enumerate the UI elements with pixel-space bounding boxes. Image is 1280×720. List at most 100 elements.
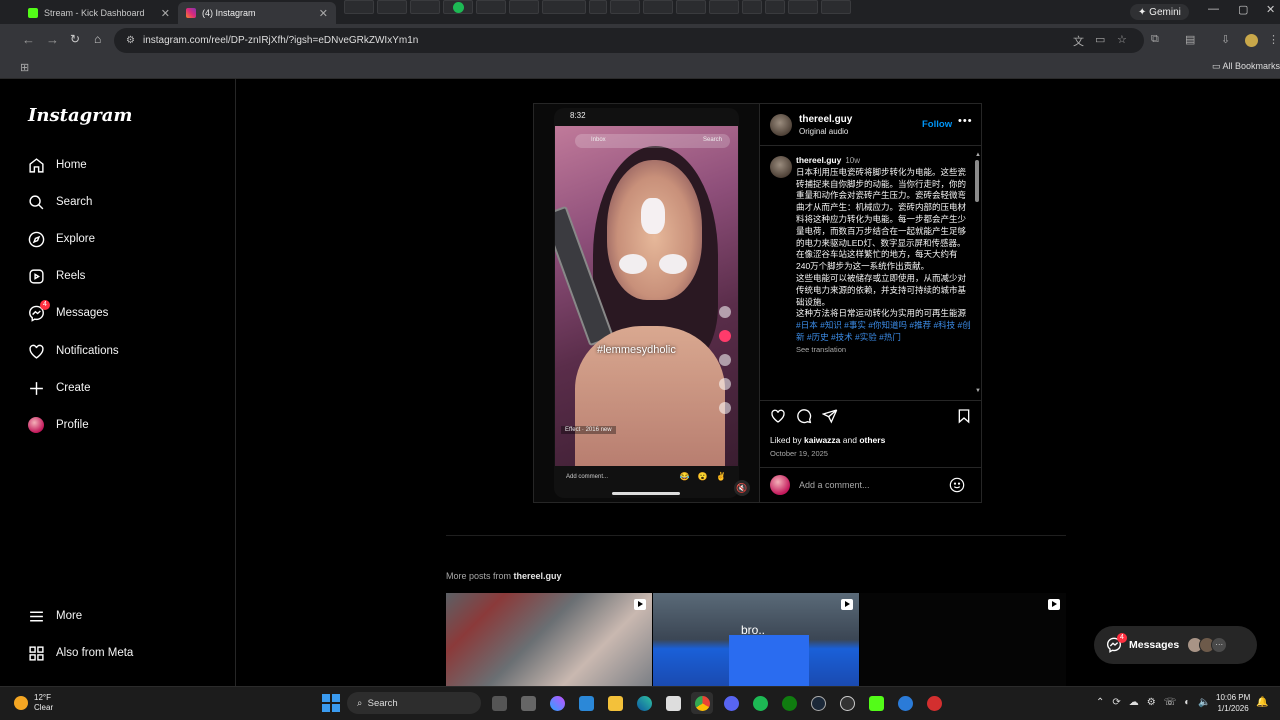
caption-hashtags[interactable]: #日本 #知识 #事实 #你知道吗 #推荐 #科技 #创新 #历史 #技术 #实… — [796, 320, 971, 342]
browser-menu-icon[interactable]: ⋮ — [1268, 33, 1279, 46]
taskbar-search[interactable]: ⌕ Search — [347, 692, 481, 714]
author-username[interactable]: thereel.guy — [799, 114, 852, 125]
reload-icon[interactable]: ↻ — [70, 32, 80, 46]
liked-by-user[interactable]: kaiwazza — [804, 435, 840, 445]
close-window-icon[interactable]: ✕ — [1266, 3, 1275, 16]
emoji-picker-icon[interactable] — [949, 477, 965, 493]
see-translation-link[interactable]: See translation — [796, 345, 846, 354]
taskbar-clock[interactable]: 10:06 PM 1/1/2026 — [1216, 692, 1250, 714]
more-post-thumbnail[interactable] — [860, 593, 1066, 686]
edge-icon[interactable] — [633, 692, 655, 714]
minimize-icon[interactable]: — — [1208, 3, 1219, 15]
share-send-icon[interactable] — [821, 408, 838, 424]
scrollbar-thumb[interactable] — [975, 160, 979, 202]
discord-icon[interactable] — [720, 692, 742, 714]
close-tab-icon[interactable]: ✕ — [161, 7, 170, 20]
sidebar-item-also-from-meta[interactable]: Also from Meta — [27, 641, 133, 665]
follow-button[interactable]: Follow — [922, 119, 952, 130]
reel-video[interactable]: 8:32 Inbox Search #lemmesydholic Effect … — [534, 104, 759, 502]
mini-tab[interactable] — [509, 0, 539, 14]
maximize-icon[interactable]: ▢ — [1238, 3, 1248, 16]
mini-tab[interactable] — [643, 0, 673, 14]
app-icon[interactable] — [894, 692, 916, 714]
gemini-button[interactable]: ✦ Gemini — [1130, 4, 1189, 20]
calculator-icon[interactable] — [517, 692, 539, 714]
mini-tab[interactable] — [821, 0, 851, 14]
sidebar-item-profile[interactable]: Profile — [27, 413, 89, 437]
sidebar-item-messages[interactable]: 4 Messages — [27, 300, 108, 325]
spotify-taskbar-icon[interactable] — [749, 692, 771, 714]
bookmark-star-icon[interactable]: ☆ — [1117, 33, 1127, 46]
sidebar-item-notifications[interactable]: Notifications — [27, 339, 119, 363]
like-heart-icon[interactable] — [770, 408, 786, 424]
windows-start-icon[interactable] — [322, 694, 340, 712]
notification-bell-icon[interactable]: 🔔 — [1256, 697, 1268, 708]
mini-tab[interactable] — [742, 0, 762, 14]
obs-icon[interactable] — [836, 692, 858, 714]
app-icon[interactable] — [923, 692, 945, 714]
sidebar-item-explore[interactable]: Explore — [27, 227, 95, 251]
more-post-thumbnail[interactable] — [446, 593, 652, 686]
scroll-down-icon[interactable]: ▼ — [975, 388, 981, 394]
liked-by-others[interactable]: others — [859, 435, 885, 445]
xbox-icon[interactable] — [778, 692, 800, 714]
task-view-icon[interactable] — [488, 692, 510, 714]
cast-icon[interactable]: ▭ — [1095, 33, 1105, 46]
chrome-icon[interactable] — [691, 692, 713, 714]
comment-icon[interactable] — [796, 408, 812, 424]
mini-tab[interactable] — [676, 0, 706, 14]
sidebar-item-reels[interactable]: Reels — [27, 264, 85, 288]
back-icon[interactable]: ← — [22, 32, 35, 47]
forward-icon[interactable]: → — [46, 32, 59, 47]
caption-username[interactable]: thereel.guy — [796, 155, 841, 165]
tab-instagram[interactable]: (4) Instagram ✕ — [178, 2, 336, 24]
mini-tab[interactable] — [377, 0, 407, 14]
author-avatar[interactable] — [770, 114, 792, 136]
profile-avatar[interactable] — [1245, 34, 1258, 47]
mini-tab[interactable] — [765, 0, 785, 14]
mini-tab[interactable] — [709, 0, 739, 14]
sidebar-item-more[interactable]: More — [27, 604, 82, 628]
url-omnibox[interactable]: ⚙ instagram.com/reel/DP-znIRjXfh/?igsh=e… — [114, 28, 1144, 53]
caption-scrollbar[interactable]: ▲ ▼ — [975, 152, 981, 396]
store-icon[interactable] — [662, 692, 684, 714]
downloads-icon[interactable]: ⇩ — [1221, 33, 1230, 46]
original-audio-link[interactable]: Original audio — [799, 127, 848, 136]
mini-tab[interactable] — [476, 0, 506, 14]
site-info-icon[interactable]: ⚙ — [126, 35, 135, 46]
apps-grid-icon[interactable]: ⊞ — [20, 61, 29, 74]
all-bookmarks-button[interactable]: ▭ All Bookmarks — [1212, 61, 1280, 72]
mute-icon[interactable]: 🔇 — [734, 480, 750, 496]
sidepanel-icon[interactable]: ▤ — [1185, 33, 1195, 46]
extensions-icon[interactable]: ⧉ — [1151, 33, 1159, 46]
kick-taskbar-icon[interactable] — [865, 692, 887, 714]
sidebar-item-search[interactable]: Search — [27, 190, 92, 214]
system-tray-icons[interactable]: ⌃⟳☁⚙☏◐🔈 — [1096, 697, 1219, 708]
translate-icon[interactable]: 文 — [1073, 33, 1084, 49]
mini-tab[interactable] — [589, 0, 607, 14]
add-comment-input[interactable] — [799, 478, 939, 492]
more-options-icon[interactable]: ••• — [958, 115, 973, 127]
mini-tab[interactable] — [788, 0, 818, 14]
tab-kick-dashboard[interactable]: Stream - Kick Dashboard ✕ — [20, 2, 178, 24]
copilot-icon[interactable] — [546, 692, 568, 714]
home-browser-icon[interactable]: ⌂ — [94, 32, 101, 46]
instagram-logo[interactable]: Instagram — [28, 105, 132, 126]
more-posts-username[interactable]: thereel.guy — [514, 571, 562, 581]
sidebar-item-create[interactable]: Create — [27, 376, 91, 400]
file-explorer-icon[interactable] — [604, 692, 626, 714]
mini-tab[interactable] — [610, 0, 640, 14]
close-tab-icon[interactable]: ✕ — [319, 7, 328, 20]
mini-tab[interactable] — [344, 0, 374, 14]
floating-messages-button[interactable]: 4 Messages ··· — [1094, 626, 1257, 664]
sidebar-item-home[interactable]: Home — [27, 153, 87, 177]
more-post-thumbnail[interactable]: bro.. — [653, 593, 859, 686]
app-icon[interactable] — [575, 692, 597, 714]
mini-tab-spotify[interactable] — [443, 0, 473, 14]
caption-author-avatar[interactable] — [770, 156, 792, 178]
weather-widget[interactable]: 12°F Clear — [14, 693, 53, 713]
steam-icon[interactable] — [807, 692, 829, 714]
mini-tab[interactable] — [410, 0, 440, 14]
mini-tab[interactable] — [542, 0, 586, 14]
save-bookmark-icon[interactable] — [956, 408, 972, 424]
